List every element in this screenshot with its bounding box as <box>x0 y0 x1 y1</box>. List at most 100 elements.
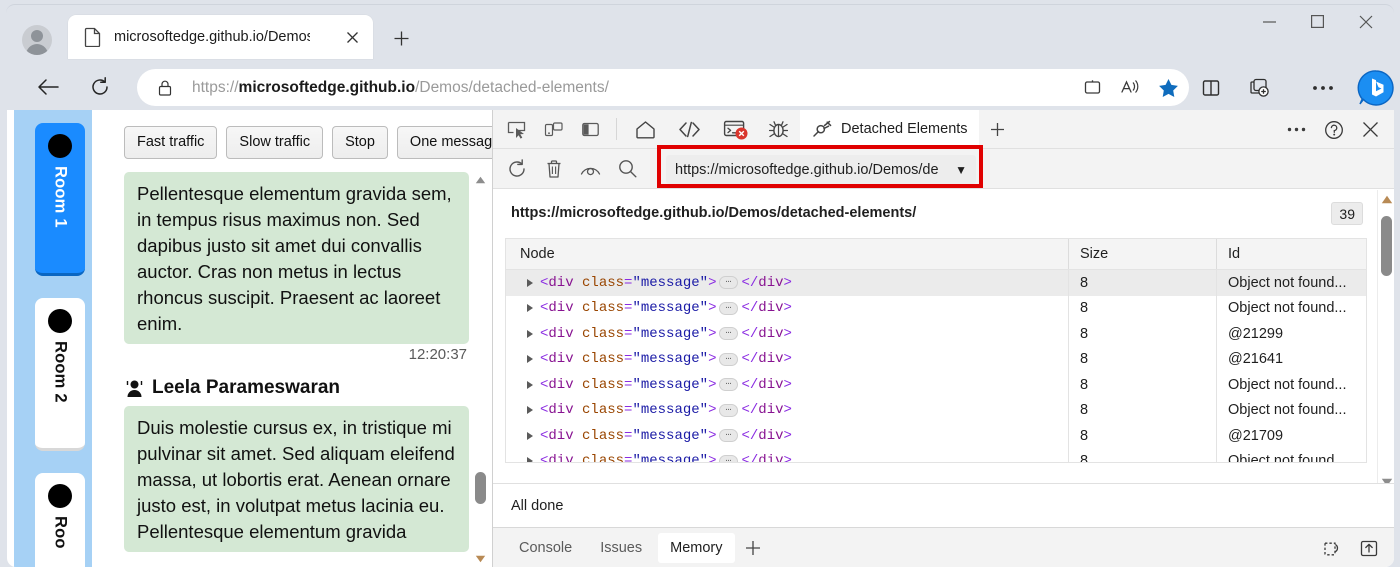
chat-controls: Fast traffic Slow traffic Stop One messa… <box>124 126 492 159</box>
search-icon[interactable] <box>610 153 645 185</box>
device-emulation-icon[interactable] <box>536 113 571 145</box>
eye-icon[interactable] <box>573 153 608 185</box>
minimize-icon[interactable] <box>1246 5 1292 38</box>
collapsed-content-icon[interactable]: … <box>719 454 739 462</box>
star-filled-icon[interactable] <box>1151 71 1185 105</box>
new-tab-button[interactable] <box>386 23 416 53</box>
window-close-icon[interactable] <box>1343 5 1389 38</box>
back-arrow-icon[interactable] <box>30 69 66 105</box>
drawer-add-tab-button[interactable] <box>736 532 771 564</box>
scroll-up-arrow-icon[interactable] <box>474 174 486 186</box>
drawer-tab-memory[interactable]: Memory <box>658 532 735 563</box>
inspect-element-icon[interactable] <box>499 113 534 145</box>
collapsed-content-icon[interactable]: … <box>719 352 739 366</box>
table-row[interactable]: < div class = "message" >… </div > 8 @21641 <box>506 346 1366 372</box>
drawer-tab-issues[interactable]: Issues <box>588 533 654 563</box>
cell-id: Object not found... <box>1228 402 1347 419</box>
expand-triangle-icon[interactable] <box>527 278 533 287</box>
collapsed-content-icon[interactable]: … <box>719 403 739 417</box>
maximize-icon[interactable] <box>1294 5 1340 38</box>
table-row[interactable]: < div class = "message" >… </div > 8 @21299 <box>506 321 1366 347</box>
expand-triangle-icon[interactable] <box>527 431 533 440</box>
collapsed-content-icon[interactable]: … <box>719 378 739 392</box>
expand-triangle-icon[interactable] <box>527 457 533 462</box>
bing-copilot-icon[interactable] <box>1354 69 1398 106</box>
export-icon[interactable] <box>1351 532 1386 564</box>
chevron-down-icon[interactable]: ▼ <box>955 163 967 177</box>
tab-home[interactable] <box>624 110 667 148</box>
browser-tab[interactable]: microsoftedge.github.io/Demos/ <box>68 15 373 59</box>
one-message-button[interactable]: One message <box>396 126 492 159</box>
browser-tab-title: microsoftedge.github.io/Demos/ <box>114 29 310 45</box>
chrome-inner: microsoftedge.github.io/Demos/ https://m… <box>6 4 1394 110</box>
table-row[interactable]: < div class = "message" >… </div > 8 Object not … <box>506 397 1366 423</box>
status-text: All done <box>511 497 564 514</box>
ellipsis-icon[interactable] <box>1304 69 1342 106</box>
message-text: Pellentesque elementum gravida sem, in t… <box>124 172 469 344</box>
collapsed-content-icon[interactable]: … <box>719 276 739 290</box>
ellipsis-icon[interactable] <box>1279 114 1314 146</box>
browser-chrome: microsoftedge.github.io/Demos/ https://m… <box>0 0 1400 110</box>
tab-detached-elements[interactable]: Detached Elements <box>800 110 979 148</box>
refresh-icon[interactable] <box>499 153 534 185</box>
cell-id: @21299 <box>1228 325 1284 342</box>
chat-scrollbar-thumb[interactable] <box>475 472 486 504</box>
table-row[interactable]: < div class = "message" >… </div > 8 Object not … <box>506 295 1366 321</box>
split-screen-icon[interactable] <box>1075 71 1109 105</box>
collections-icon[interactable] <box>1241 69 1279 106</box>
table-row[interactable]: < div class = "message" >… </div > 8 Object not … <box>506 270 1366 296</box>
expand-triangle-icon[interactable] <box>527 329 533 338</box>
stop-button[interactable]: Stop <box>332 126 388 159</box>
expand-triangle-icon[interactable] <box>527 406 533 415</box>
question-circle-icon[interactable] <box>1316 114 1351 146</box>
tab-console[interactable] <box>712 110 757 148</box>
close-icon[interactable] <box>341 26 363 48</box>
expand-triangle-icon[interactable] <box>527 380 533 389</box>
lock-icon[interactable] <box>155 78 175 98</box>
read-aloud-icon[interactable] <box>1113 71 1147 105</box>
trash-icon[interactable] <box>536 153 571 185</box>
column-header-size[interactable]: Size <box>1069 239 1217 269</box>
rooms-rail: Room 1 Room 2 Roo <box>14 110 92 567</box>
address-bar[interactable]: https://microsoftedge.github.io/Demos/de… <box>137 69 1189 106</box>
column-header-node[interactable]: Node <box>506 239 1069 269</box>
room-tab-1[interactable]: Room 1 <box>35 123 85 276</box>
cell-size: 8 <box>1069 448 1217 462</box>
collapsed-content-icon[interactable]: … <box>719 327 739 341</box>
cell-size: 8 <box>1069 372 1217 398</box>
browser-essentials-icon[interactable] <box>1192 69 1230 106</box>
devtools-close-icon[interactable] <box>1353 114 1388 146</box>
detached-elements-scrollbar-thumb[interactable] <box>1381 216 1392 276</box>
chat-panel: Fast traffic Slow traffic Stop One messa… <box>107 110 492 567</box>
target-select-highlight: https://microsoftedge.github.io/Demos/de… <box>657 145 983 188</box>
target-select[interactable]: https://microsoftedge.github.io/Demos/de… <box>666 155 976 184</box>
drawer-tab-console[interactable]: Console <box>507 533 584 563</box>
detached-elements-scrollbar[interactable] <box>1377 190 1394 490</box>
scroll-down-arrow-icon[interactable] <box>474 553 486 565</box>
tab-debugger[interactable] <box>757 110 800 148</box>
room-tab-2[interactable]: Room 2 <box>35 298 85 451</box>
profile-avatar-button[interactable] <box>20 23 54 57</box>
dock-side-icon[interactable] <box>573 113 608 145</box>
fast-traffic-button[interactable]: Fast traffic <box>124 126 218 159</box>
column-header-id[interactable]: Id <box>1217 239 1366 269</box>
reload-icon[interactable] <box>82 69 118 105</box>
expand-triangle-icon[interactable] <box>527 304 533 313</box>
node-markup: < div class = "message" >… </div > <box>540 453 792 462</box>
table-row[interactable]: < div class = "message" >… </div > 8 @21709 <box>506 423 1366 449</box>
node-markup: < div class = "message" >… </div > <box>540 351 792 368</box>
scroll-up-arrow-icon[interactable] <box>1381 193 1393 205</box>
console-settings-icon[interactable] <box>1314 532 1349 564</box>
tab-elements[interactable] <box>667 110 712 148</box>
add-panel-button[interactable] <box>980 113 1015 145</box>
room-tab-3[interactable]: Roo <box>35 473 85 567</box>
chat-scrollbar[interactable] <box>471 172 489 567</box>
collapsed-content-icon[interactable]: … <box>719 429 739 443</box>
table-row[interactable]: < div class = "message" >… </div > 8 Object not … <box>506 448 1366 462</box>
expand-triangle-icon[interactable] <box>527 355 533 364</box>
cell-id: @21709 <box>1228 427 1284 444</box>
message-item: Pellentesque elementum gravida sem, in t… <box>124 172 469 363</box>
collapsed-content-icon[interactable]: … <box>719 301 739 315</box>
slow-traffic-button[interactable]: Slow traffic <box>226 126 324 159</box>
table-row[interactable]: < div class = "message" >… </div > 8 Object not … <box>506 372 1366 398</box>
